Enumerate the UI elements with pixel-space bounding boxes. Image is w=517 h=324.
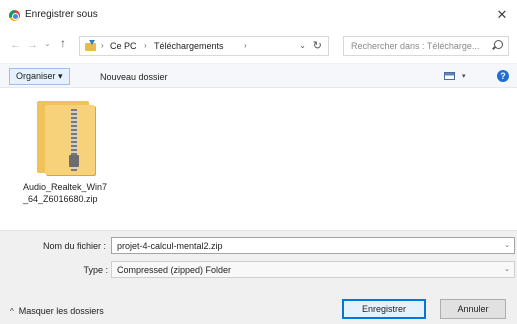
breadcrumb-separator[interactable]: › — [144, 41, 147, 50]
file-item[interactable]: Audio_Realtek_Win7_64_Z6016680.zip — [20, 95, 108, 223]
breadcrumb-this-pc[interactable]: Ce PC — [110, 41, 137, 51]
up-arrow-icon[interactable]: ↑ — [60, 37, 66, 49]
search-box[interactable]: Rechercher dans : Télécharge... — [343, 36, 509, 56]
address-bar[interactable]: › Ce PC › Téléchargements › ⌄ ↻ — [79, 36, 329, 56]
close-icon[interactable]: ✕ — [493, 6, 511, 24]
new-folder-button[interactable]: Nouveau dossier — [100, 72, 168, 82]
chevron-up-icon: ^ — [10, 307, 14, 316]
save-button[interactable]: Enregistrer — [342, 299, 426, 319]
filename-dropdown-icon[interactable]: ⌄ — [504, 241, 510, 249]
file-name: Audio_Realtek_Win7_64_Z6016680.zip — [23, 182, 108, 204]
dialog-footer: ^ Masquer les dossiers Enregistrer Annule… — [0, 285, 517, 324]
breadcrumb-downloads[interactable]: Téléchargements — [154, 41, 224, 51]
type-label: Type : — [83, 265, 108, 275]
zip-folder-icon — [37, 101, 97, 176]
view-dropdown-icon[interactable]: ▾ — [462, 72, 466, 80]
cancel-button[interactable]: Annuler — [440, 299, 506, 319]
title-bar: Enregistrer sous ✕ — [0, 0, 517, 30]
hide-folders-button[interactable]: ^ Masquer les dossiers — [10, 306, 104, 316]
recent-locations-chevron-icon[interactable]: ⌄ — [44, 38, 51, 50]
breadcrumb-separator[interactable]: › — [101, 41, 104, 50]
chrome-icon — [9, 10, 20, 21]
filename-label: Nom du fichier : — [42, 241, 106, 251]
save-form: Nom du fichier : projet-4-calcul-mental2… — [0, 230, 517, 285]
organize-button[interactable]: Organiser ▾ — [9, 68, 70, 85]
breadcrumb-separator[interactable]: › — [244, 41, 247, 50]
file-list[interactable]: Audio_Realtek_Win7_64_Z6016680.zip — [0, 89, 517, 227]
hide-folders-label: Masquer les dossiers — [18, 306, 104, 316]
save-as-dialog: Enregistrer sous ✕ ← → ⌄ ↑ › Ce PC › Tél… — [0, 0, 517, 324]
help-icon[interactable]: ? — [497, 70, 509, 82]
navigation-bar: ← → ⌄ ↑ › Ce PC › Téléchargements › ⌄ ↻ … — [0, 32, 517, 60]
search-icon[interactable] — [494, 40, 503, 49]
address-dropdown-icon[interactable]: ⌄ — [299, 41, 306, 50]
search-input[interactable]: Rechercher dans : Télécharge... — [351, 41, 479, 51]
filename-field[interactable]: projet-4-calcul-mental2.zip ⌄ — [111, 237, 515, 254]
window-title: Enregistrer sous — [25, 9, 98, 20]
type-select[interactable]: Compressed (zipped) Folder ⌄ — [111, 261, 515, 278]
refresh-icon[interactable]: ↻ — [313, 39, 322, 52]
downloads-folder-icon — [85, 40, 97, 51]
forward-arrow-icon[interactable]: → — [27, 39, 38, 51]
command-bar: Organiser ▾ Nouveau dossier ▾ ? — [0, 63, 517, 88]
type-dropdown-icon[interactable]: ⌄ — [504, 265, 510, 273]
filename-input[interactable]: projet-4-calcul-mental2.zip — [117, 241, 223, 251]
type-value: Compressed (zipped) Folder — [117, 265, 232, 275]
view-options-icon[interactable] — [444, 72, 455, 80]
back-arrow-icon[interactable]: ← — [10, 39, 21, 51]
